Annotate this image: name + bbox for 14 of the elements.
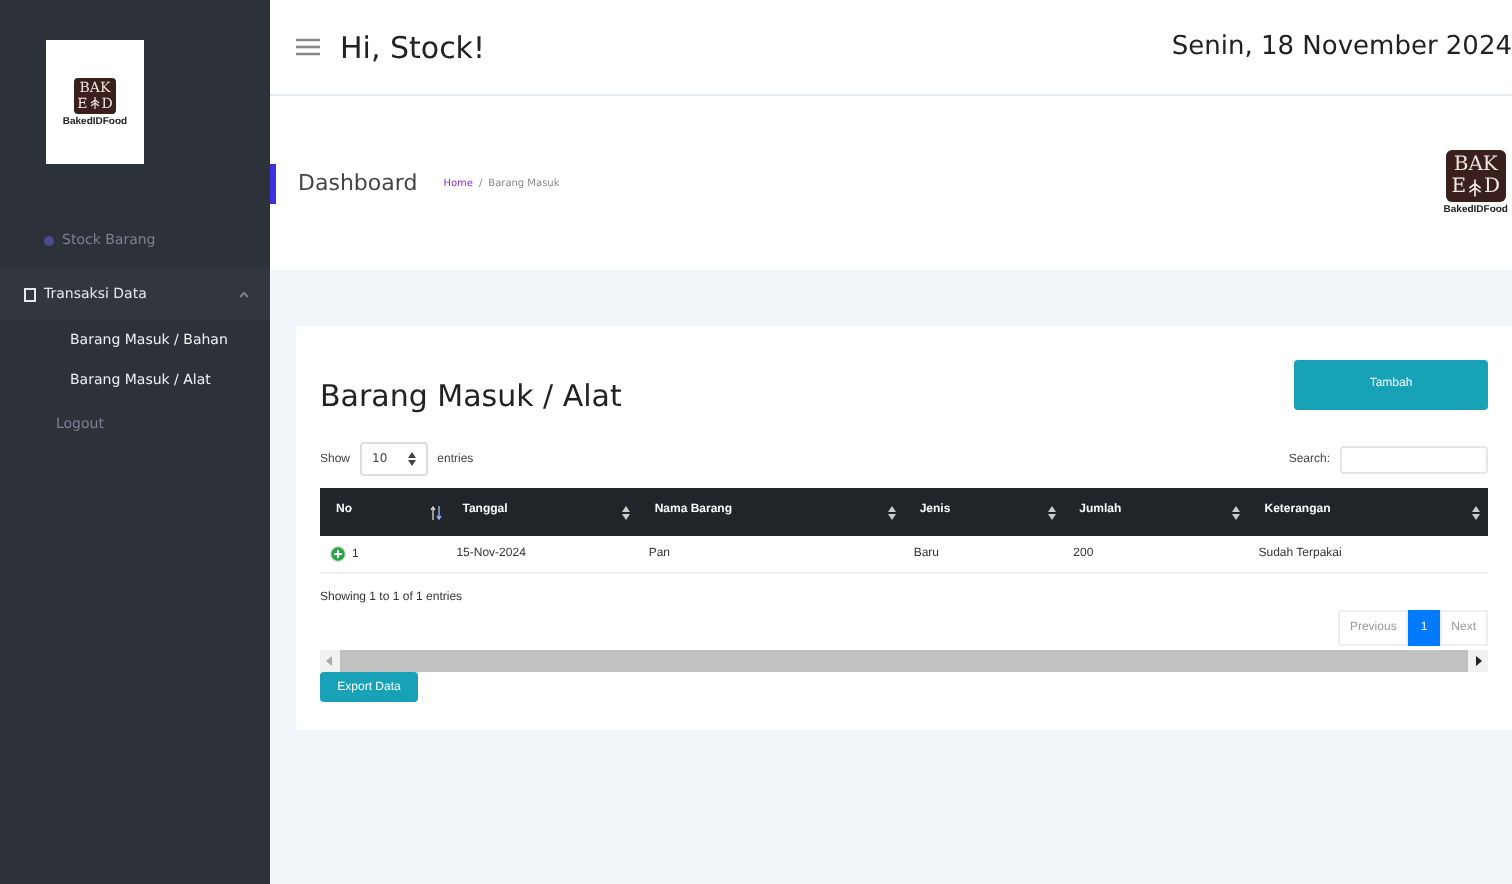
card-title: Barang Masuk / Alat xyxy=(320,378,622,414)
greeting: Hi, Stock! xyxy=(340,29,488,65)
search-field[interactable] xyxy=(1340,445,1488,473)
expand-icon[interactable] xyxy=(330,546,346,562)
logo: BAK E D xyxy=(1445,150,1507,202)
page-title: Dashboard xyxy=(298,170,418,196)
date-text: Senin, 18 November 2024 xyxy=(1171,32,1512,62)
horizontal-scrollbar[interactable] xyxy=(320,650,1488,672)
menu-icon[interactable] xyxy=(296,38,320,56)
sort-icon[interactable] xyxy=(1472,506,1484,520)
chevron-icon xyxy=(238,290,250,298)
sort-icon[interactable] xyxy=(430,506,443,520)
updown-icon xyxy=(407,452,416,466)
table-icon xyxy=(24,287,36,301)
